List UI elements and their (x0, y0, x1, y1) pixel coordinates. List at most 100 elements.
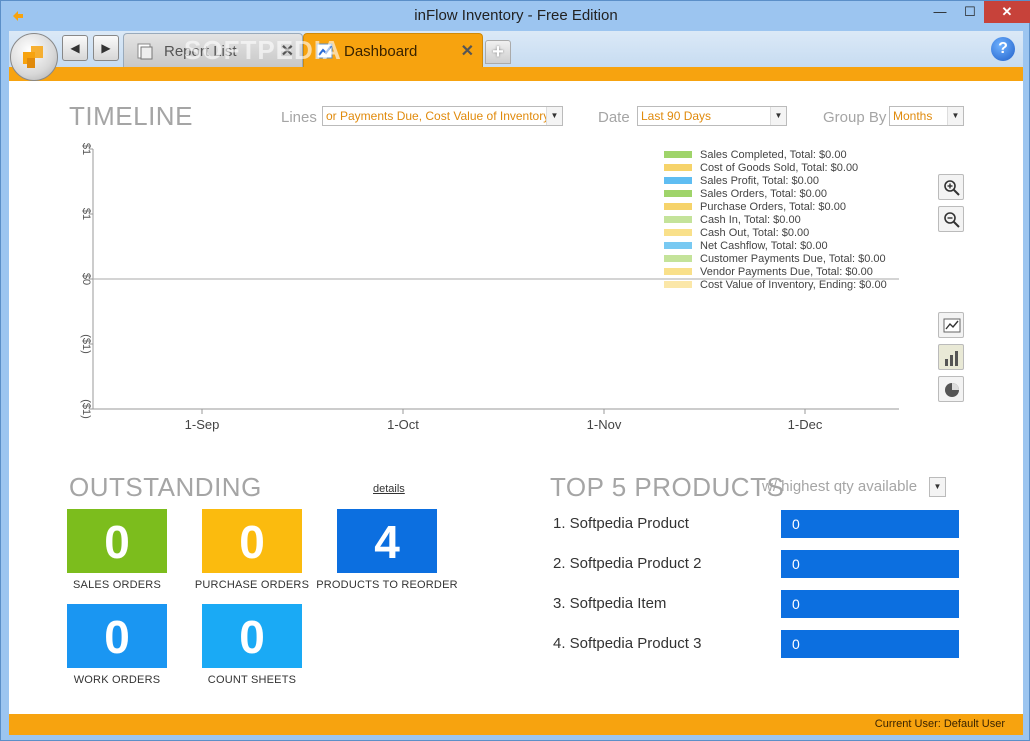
lines-select[interactable]: or Payments Due, Cost Value of Inventory… (322, 106, 563, 126)
help-icon[interactable]: ? (991, 37, 1015, 61)
product-qty-bar: 0 (781, 590, 959, 618)
close-tab-icon[interactable]: ✕ (281, 41, 294, 61)
lines-value: or Payments Due, Cost Value of Inventory (326, 109, 550, 123)
legend-label: Sales Orders, Total: $0.00 (700, 187, 827, 200)
details-link[interactable]: details (373, 483, 405, 495)
group-by-value: Months (893, 109, 933, 123)
group-by-label: Group By (823, 109, 887, 126)
dropdown-arrow-icon: ▼ (770, 107, 786, 125)
legend-label: Cost of Goods Sold, Total: $0.00 (700, 161, 859, 174)
legend-swatch (664, 281, 692, 288)
products-to-reorder-label: PRODUCTS TO REORDER (316, 579, 458, 591)
legend-item: Cash In, Total: $0.00 (664, 213, 887, 226)
legend-item: Cash Out, Total: $0.00 (664, 226, 887, 239)
client-area: ◀ ▶ Report List ✕ Dashboard ✕ + ? SOFTPE… (9, 31, 1023, 735)
product-name: 3. Softpedia Item (553, 595, 667, 612)
work-orders-tile[interactable]: 0 (67, 604, 167, 668)
maximize-button[interactable]: ☐ (955, 1, 985, 23)
date-value: Last 90 Days (641, 109, 712, 123)
minimize-button[interactable]: — (925, 1, 955, 23)
zoom-out-button[interactable] (938, 206, 964, 232)
count-sheets-label: COUNT SHEETS (207, 674, 297, 686)
status-bar: Current User: Default User (9, 714, 1023, 735)
zoom-in-icon (944, 180, 960, 196)
product-qty-bar: 0 (781, 630, 959, 658)
x-tick-label: 1-Nov (587, 417, 622, 432)
legend-label: Vendor Payments Due, Total: $0.00 (700, 265, 873, 278)
bar-chart-icon (945, 351, 958, 366)
zoom-in-button[interactable] (938, 174, 964, 200)
legend-swatch (664, 268, 692, 275)
x-tick-label: 1-Oct (387, 417, 419, 432)
tab-accent-strip (9, 67, 1023, 81)
legend-swatch (664, 177, 692, 184)
product-name: 2. Softpedia Product 2 (553, 555, 702, 572)
dashboard-icon (316, 43, 333, 59)
chart-legend: Sales Completed, Total: $0.00 Cost of Goo… (664, 148, 887, 291)
count-sheets-tile[interactable]: 0 (202, 604, 302, 668)
purchase-orders-tile[interactable]: 0 (202, 509, 302, 573)
top5-title: TOP 5 PRODUCTS (550, 472, 785, 502)
line-chart-icon (943, 318, 961, 333)
legend-label: Customer Payments Due, Total: $0.00 (700, 252, 886, 265)
tab-bar: ◀ ▶ Report List ✕ Dashboard ✕ + ? SOFTPE… (9, 31, 1023, 67)
tab-report-list[interactable]: Report List ✕ (123, 33, 303, 67)
top5-filter-dropdown[interactable]: ▼ (929, 477, 946, 497)
legend-label: Cash Out, Total: $0.00 (700, 226, 810, 239)
lines-label: Lines (281, 109, 317, 126)
work-orders-label: WORK ORDERS (73, 674, 161, 686)
legend-item: Sales Orders, Total: $0.00 (664, 187, 887, 200)
legend-item: Cost of Goods Sold, Total: $0.00 (664, 161, 887, 174)
window-title: inFlow Inventory - Free Edition (414, 7, 618, 24)
sales-orders-tile[interactable]: 0 (67, 509, 167, 573)
timeline-title: TIMELINE (69, 101, 193, 131)
legend-swatch (664, 242, 692, 249)
title-bar: inFlow Inventory - Free Edition — ☐ ✕ (1, 1, 1030, 31)
main-menu-button[interactable] (10, 33, 58, 81)
pie-chart-icon (945, 383, 959, 397)
legend-item: Vendor Payments Due, Total: $0.00 (664, 265, 887, 278)
y-tick-label: ($1) (80, 334, 92, 354)
bar-chart-button[interactable] (938, 344, 964, 370)
legend-swatch (664, 255, 692, 262)
legend-swatch (664, 203, 692, 210)
product-qty-bar: 0 (781, 510, 959, 538)
close-window-button[interactable]: ✕ (984, 1, 1030, 23)
zoom-out-icon (944, 212, 960, 228)
top5-filter-label: w/ highest qty available (762, 478, 918, 495)
back-button[interactable]: ◀ (62, 35, 88, 61)
legend-swatch (664, 190, 692, 197)
sales-orders-label: SALES ORDERS (73, 579, 161, 591)
y-tick-label: $1 (80, 208, 92, 220)
date-label: Date (598, 109, 630, 126)
forward-button[interactable]: ▶ (93, 35, 119, 61)
legend-item: Purchase Orders, Total: $0.00 (664, 200, 887, 213)
group-by-select[interactable]: Months ▼ (889, 106, 964, 126)
inflow-logo-icon (23, 46, 43, 68)
legend-item: Net Cashflow, Total: $0.00 (664, 239, 887, 252)
y-tick-label: $1 (80, 143, 92, 155)
products-to-reorder-tile[interactable]: 4 (337, 509, 437, 573)
product-name: 1. Softpedia Product (553, 515, 689, 532)
legend-label: Sales Completed, Total: $0.00 (700, 148, 847, 161)
y-tick-label: ($1) (80, 399, 92, 419)
y-tick-label: $0 (80, 273, 92, 285)
pie-chart-button[interactable] (938, 376, 964, 402)
line-chart-button[interactable] (938, 312, 964, 338)
outstanding-title: OUTSTANDING (69, 472, 262, 502)
legend-label: Cost Value of Inventory, Ending: $0.00 (700, 278, 887, 291)
legend-item: Customer Payments Due, Total: $0.00 (664, 252, 887, 265)
tab-label: Dashboard (344, 43, 418, 60)
legend-swatch (664, 164, 692, 171)
close-tab-icon[interactable]: ✕ (461, 41, 474, 61)
product-qty-bar: 0 (781, 550, 959, 578)
legend-label: Sales Profit, Total: $0.00 (700, 174, 820, 187)
new-tab-button[interactable]: + (485, 40, 511, 64)
tab-dashboard[interactable]: Dashboard ✕ (303, 33, 483, 67)
dropdown-arrow-icon: ▼ (947, 107, 963, 125)
date-select[interactable]: Last 90 Days ▼ (637, 106, 787, 126)
legend-label: Purchase Orders, Total: $0.00 (700, 200, 846, 213)
x-tick-label: 1-Sep (185, 417, 220, 432)
legend-item: Cost Value of Inventory, Ending: $0.00 (664, 278, 887, 291)
purchase-orders-label: PURCHASE ORDERS (194, 579, 310, 591)
